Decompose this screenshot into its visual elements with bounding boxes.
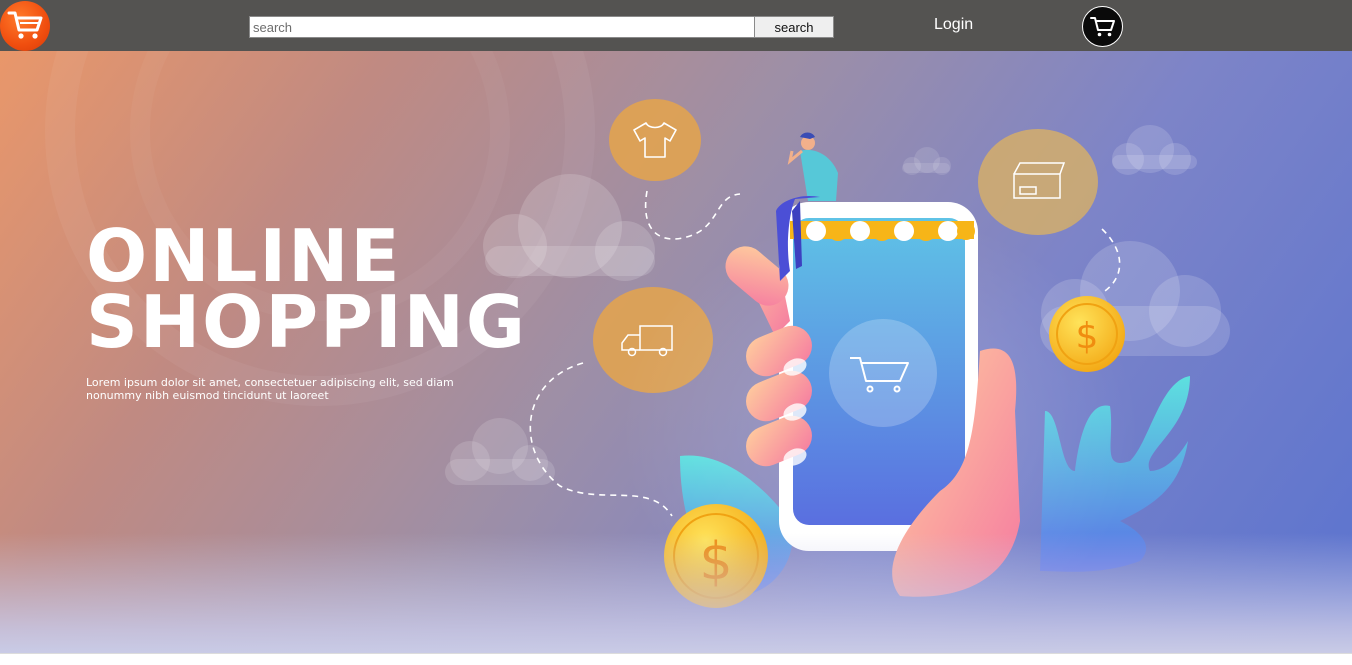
search-input[interactable] (249, 16, 755, 38)
logo[interactable] (0, 1, 50, 51)
hero-title-line-2: SHOPPING (86, 280, 528, 364)
hero-title: ONLINE SHOPPING (86, 220, 556, 364)
top-navbar: search Login (0, 0, 1352, 51)
cart-icon (1090, 17, 1115, 37)
cloud (1112, 125, 1197, 175)
hero-bottom-fade (0, 533, 1352, 653)
tshirt-bubble (609, 99, 701, 181)
coin-symbol: $ (1076, 316, 1099, 357)
cloud (445, 418, 555, 485)
dollar-coin-icon: $ (1049, 296, 1125, 372)
awning (790, 221, 975, 241)
page-bottom-edge (0, 653, 1352, 665)
hero-banner: $ $ ONLINE SHOPPING Lorem ipsum dolor si… (0, 51, 1352, 653)
box-bubble (978, 129, 1098, 235)
cart-button[interactable] (1082, 6, 1123, 47)
login-link[interactable]: Login (934, 16, 973, 36)
cloud (902, 147, 951, 175)
hero-body-text: Lorem ipsum dolor sit amet, consectetuer… (86, 376, 454, 402)
search-button[interactable]: search (754, 16, 834, 38)
cart-icon (7, 11, 43, 39)
